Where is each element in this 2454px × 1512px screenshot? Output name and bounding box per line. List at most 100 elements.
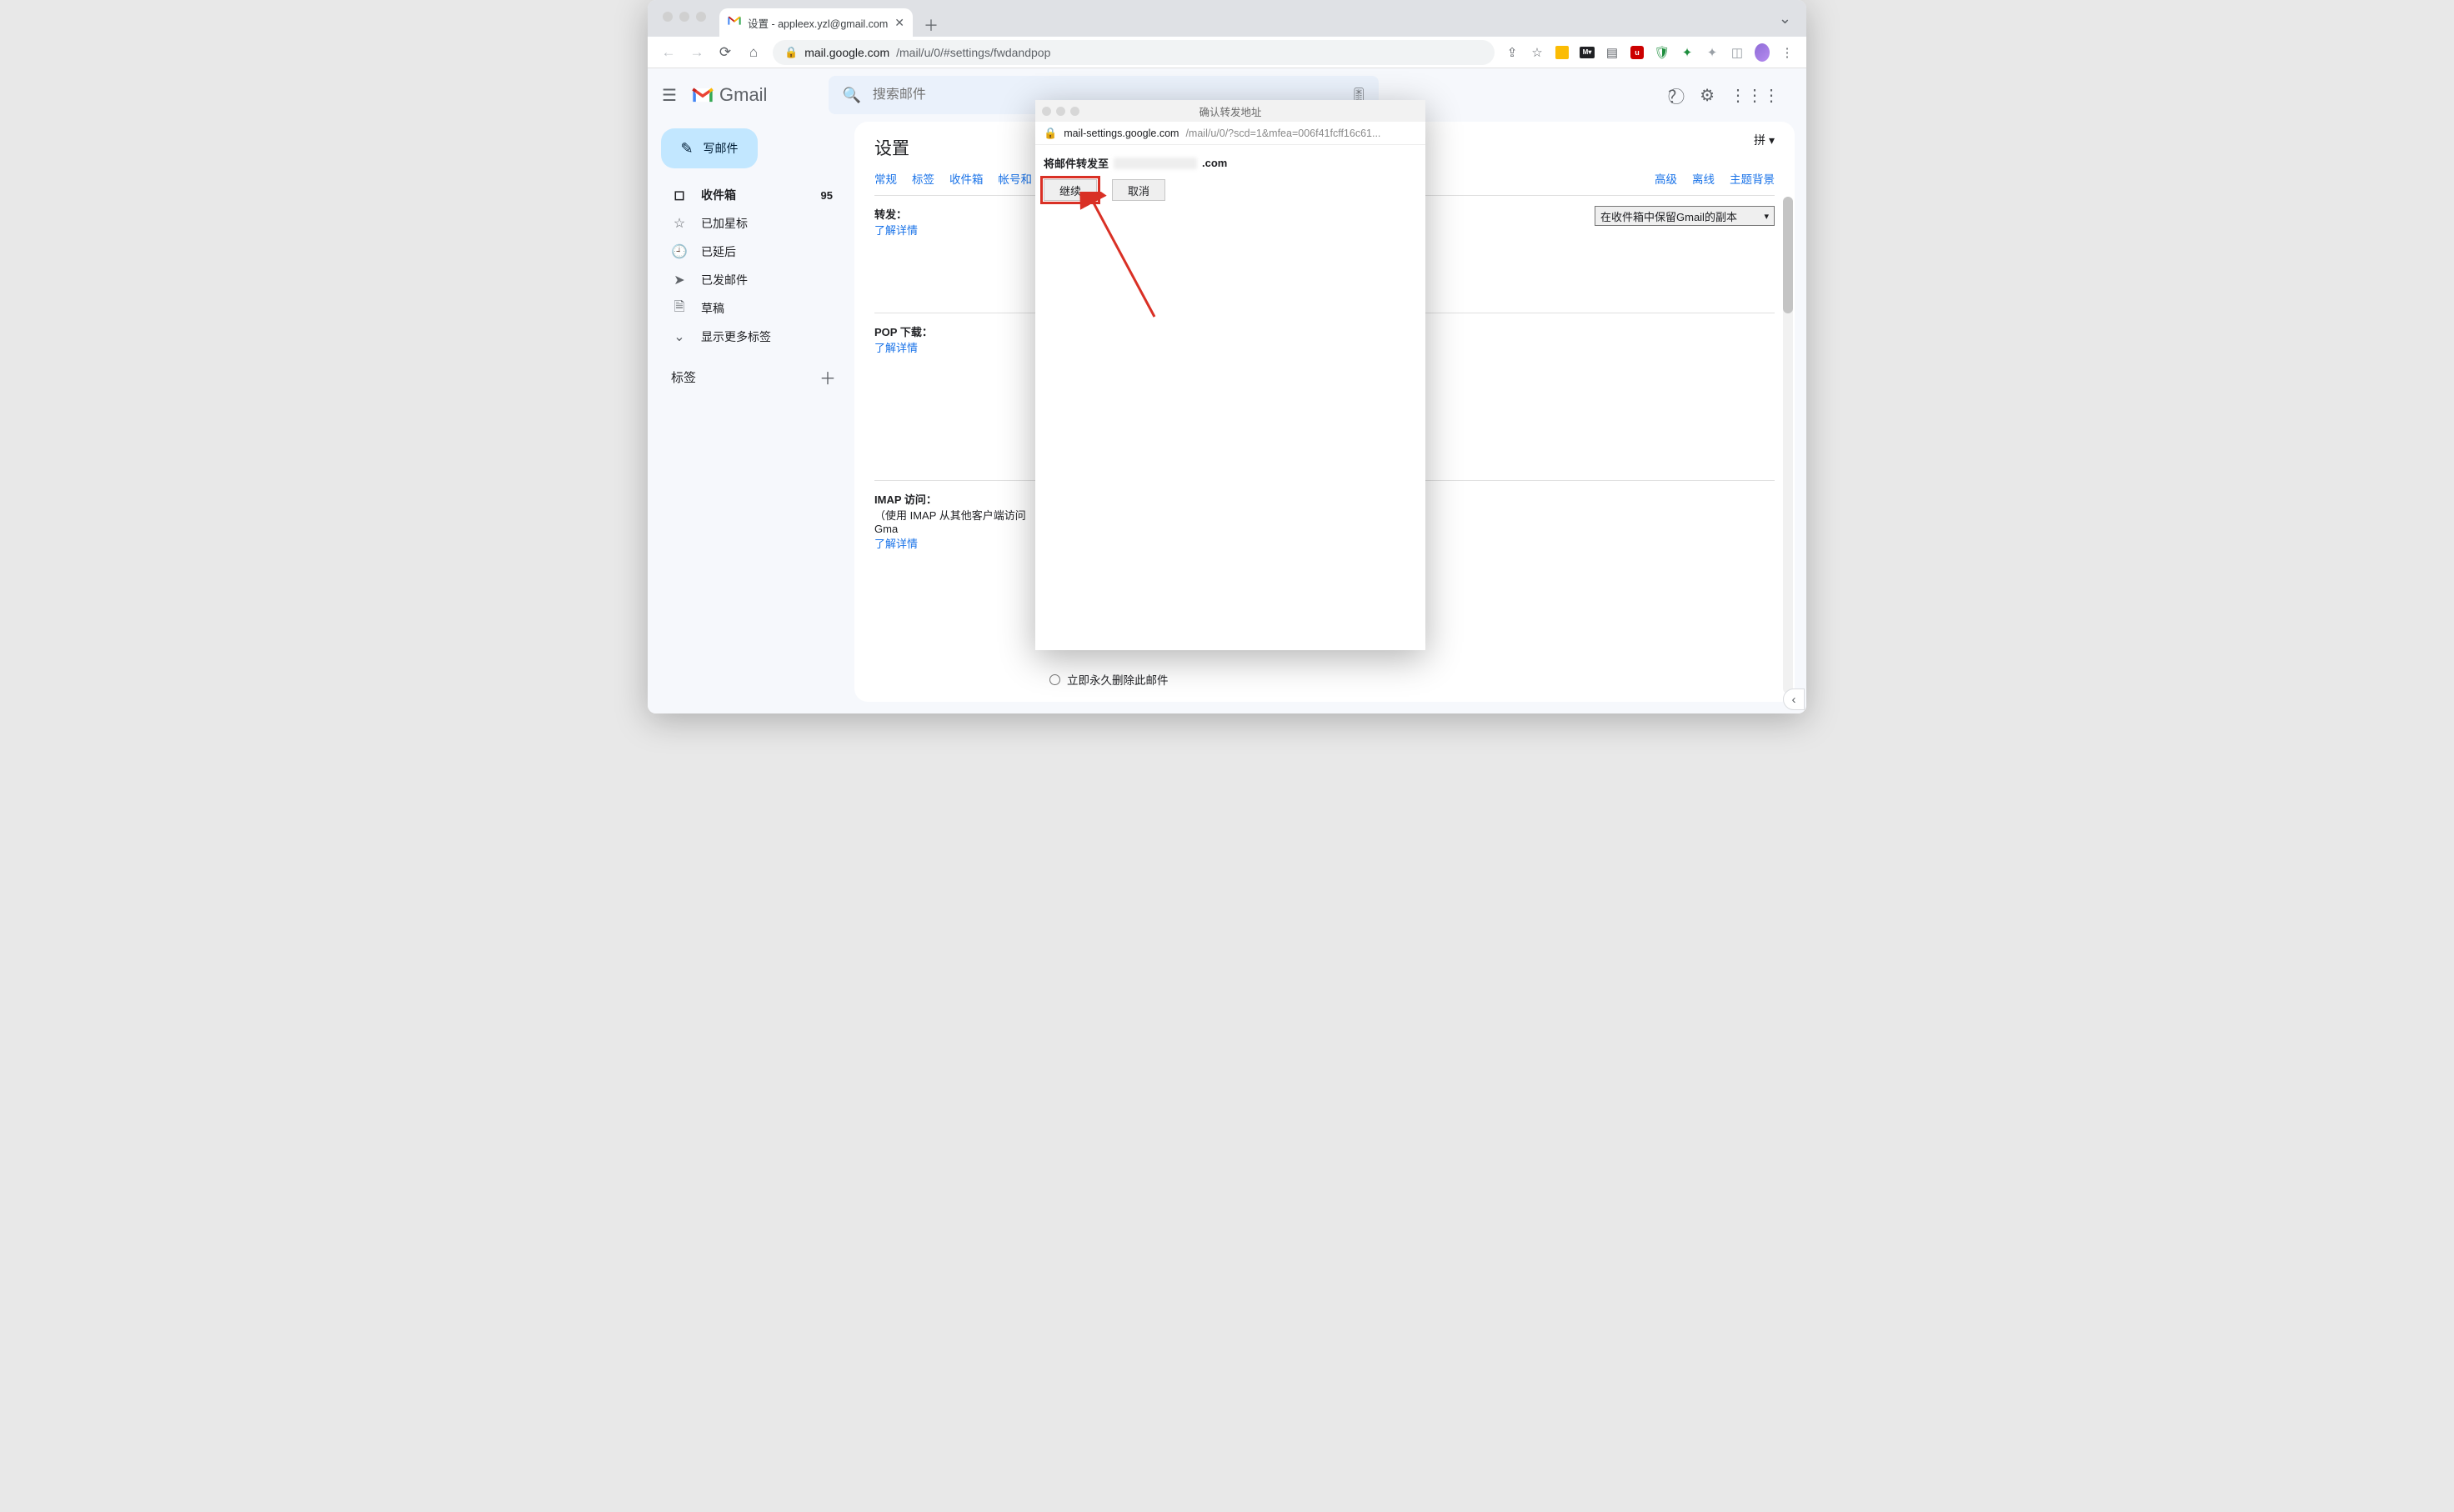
- redacted-email: [1114, 158, 1197, 169]
- sidebar: ✎ 写邮件 ◻ 收件箱 95 ☆ 已加星标 🕘 已延后: [648, 122, 854, 713]
- tab-advanced[interactable]: 高级: [1655, 170, 1677, 187]
- extension-icon[interactable]: M▾: [1580, 45, 1595, 60]
- side-panel-toggle[interactable]: ‹: [1783, 688, 1805, 710]
- new-tab-button[interactable]: ＋: [919, 13, 943, 37]
- tab-themes[interactable]: 主题背景: [1730, 170, 1775, 187]
- gmail-logo[interactable]: Gmail: [691, 84, 767, 106]
- main-menu-icon[interactable]: ☰: [659, 85, 679, 106]
- nav-label: 已延后: [701, 243, 736, 260]
- tab-offline[interactable]: 离线: [1692, 170, 1715, 187]
- gmail-m-icon: [691, 86, 714, 104]
- extension-icon[interactable]: ✦: [1680, 45, 1695, 60]
- search-icon: 🔍: [842, 87, 860, 104]
- nav-label: 显示更多标签: [701, 328, 771, 345]
- header-actions: ？⃝ ⚙ ⋮⋮⋮: [1668, 83, 1795, 108]
- profile-avatar[interactable]: [1755, 45, 1770, 60]
- select-value: 在收件箱中保留Gmail的副本: [1600, 208, 1737, 224]
- traffic-dot[interactable]: [679, 12, 689, 22]
- learn-more-link[interactable]: 了解详情: [874, 538, 918, 550]
- imap-option[interactable]: 立即永久删除此邮件: [1049, 671, 1775, 688]
- radio-input[interactable]: [1049, 674, 1060, 685]
- add-label-icon[interactable]: ＋: [819, 365, 836, 389]
- nav-list: ◻ 收件箱 95 ☆ 已加星标 🕘 已延后 ➤ 已发邮件: [654, 182, 848, 350]
- option-label: 立即永久删除此邮件: [1067, 671, 1169, 688]
- extension-icons: ⇪ ☆ M▾ ▤ u 🛡 ✦ ✦ ◫ ⋮: [1505, 45, 1795, 60]
- section-title: IMAP 访问：: [874, 493, 937, 506]
- nav-drafts[interactable]: 🗎 草稿: [654, 295, 848, 322]
- learn-more-link[interactable]: 了解详情: [874, 342, 918, 354]
- popup-body: 将邮件转发至 .com 继续 取消: [1035, 145, 1425, 211]
- nav-inbox[interactable]: ◻ 收件箱 95: [654, 182, 848, 208]
- popup-url-path: /mail/u/0/?scd=1&mfea=006f41fcff16c61...: [1185, 128, 1380, 139]
- popup-window-controls: [1042, 107, 1079, 116]
- apps-grid-icon[interactable]: ⋮⋮⋮: [1730, 85, 1780, 106]
- help-icon[interactable]: ？⃝: [1668, 83, 1685, 108]
- shield-icon[interactable]: 🛡: [1655, 45, 1670, 60]
- sidepanel-icon[interactable]: ◫: [1730, 45, 1745, 60]
- share-icon[interactable]: ⇪: [1505, 45, 1520, 60]
- bookmark-star-icon[interactable]: ☆: [1530, 45, 1545, 60]
- forward-keep-select[interactable]: 在收件箱中保留Gmail的副本: [1595, 206, 1775, 226]
- ime-label: 拼: [1754, 132, 1765, 148]
- nav-snoozed[interactable]: 🕘 已延后: [654, 238, 848, 265]
- section-title: 转发：: [874, 208, 907, 221]
- lock-icon: 🔒: [1044, 127, 1057, 140]
- scrollbar-thumb[interactable]: [1783, 197, 1793, 313]
- traffic-dot[interactable]: [1042, 107, 1051, 116]
- confirm-forward-popup: 确认转发地址 🔒 mail-settings.google.com/mail/u…: [1035, 100, 1425, 650]
- nav-label: 收件箱: [701, 187, 736, 203]
- forward-prefix: 将邮件转发至: [1044, 155, 1109, 171]
- popup-url-domain: mail-settings.google.com: [1064, 128, 1179, 139]
- nav-sent[interactable]: ➤ 已发邮件: [654, 267, 848, 293]
- traffic-dot[interactable]: [696, 12, 706, 22]
- nav-starred[interactable]: ☆ 已加星标: [654, 210, 848, 237]
- compose-label: 写邮件: [704, 140, 739, 157]
- input-method-selector[interactable]: 拼 ▾: [1754, 132, 1775, 148]
- continue-button[interactable]: 继续: [1044, 179, 1097, 201]
- tab-title: 设置 - appleex.yzl@gmail.com: [748, 15, 888, 31]
- url-domain: mail.google.com: [804, 46, 889, 59]
- caret-down-icon: ▾: [1769, 133, 1775, 148]
- tab-overflow-icon[interactable]: ⌄: [1779, 10, 1791, 28]
- extension-icon[interactable]: [1555, 45, 1570, 60]
- compose-button[interactable]: ✎ 写邮件: [661, 128, 758, 168]
- lock-icon: 🔒: [784, 46, 798, 59]
- popup-buttons: 继续 取消: [1044, 179, 1417, 201]
- tab-strip: 设置 - appleex.yzl@gmail.com ✕ ＋ ⌄: [648, 0, 1806, 37]
- nav-label: 已发邮件: [701, 272, 748, 288]
- url-field[interactable]: 🔒 mail.google.com/mail/u/0/#settings/fwd…: [773, 40, 1495, 65]
- tab-accounts[interactable]: 帐号和: [999, 170, 1033, 187]
- browser-window: 设置 - appleex.yzl@gmail.com ✕ ＋ ⌄ ← → ⟳ ⌂…: [648, 0, 1806, 713]
- traffic-dot[interactable]: [1070, 107, 1079, 116]
- forward-button[interactable]: →: [688, 44, 706, 61]
- nav-label: 草稿: [701, 300, 724, 317]
- chevron-down-icon: ⌄: [671, 328, 688, 345]
- extension-icon[interactable]: ▤: [1605, 45, 1620, 60]
- browser-tab[interactable]: 设置 - appleex.yzl@gmail.com ✕: [719, 8, 913, 37]
- window-controls: [663, 12, 706, 22]
- popup-titlebar: 确认转发地址: [1035, 100, 1425, 122]
- ublock-icon[interactable]: u: [1630, 45, 1645, 60]
- chrome-menu-icon[interactable]: ⋮: [1780, 45, 1795, 60]
- cancel-button[interactable]: 取消: [1112, 179, 1165, 201]
- tab-labels[interactable]: 标签: [912, 170, 934, 187]
- labels-header: 标签 ＋: [654, 365, 848, 389]
- star-icon: ☆: [671, 215, 688, 232]
- settings-gear-icon[interactable]: ⚙: [1700, 85, 1715, 106]
- learn-more-link[interactable]: 了解详情: [874, 224, 918, 237]
- inbox-count: 95: [821, 189, 838, 202]
- tab-close-icon[interactable]: ✕: [894, 16, 904, 30]
- extensions-menu-icon[interactable]: ✦: [1705, 45, 1720, 60]
- url-bar: ← → ⟳ ⌂ 🔒 mail.google.com/mail/u/0/#sett…: [648, 37, 1806, 68]
- nav-more[interactable]: ⌄ 显示更多标签: [654, 323, 848, 350]
- tab-inbox[interactable]: 收件箱: [949, 170, 984, 187]
- traffic-dot[interactable]: [663, 12, 673, 22]
- reload-button[interactable]: ⟳: [716, 44, 734, 61]
- home-button[interactable]: ⌂: [744, 44, 763, 61]
- section-subtitle: （使用 IMAP 从其他客户端访问 Gma: [874, 509, 1026, 535]
- back-button[interactable]: ←: [659, 44, 678, 61]
- draft-icon: 🗎: [671, 298, 688, 320]
- popup-title: 确认转发地址: [1199, 103, 1261, 119]
- traffic-dot[interactable]: [1056, 107, 1065, 116]
- tab-general[interactable]: 常规: [874, 170, 897, 187]
